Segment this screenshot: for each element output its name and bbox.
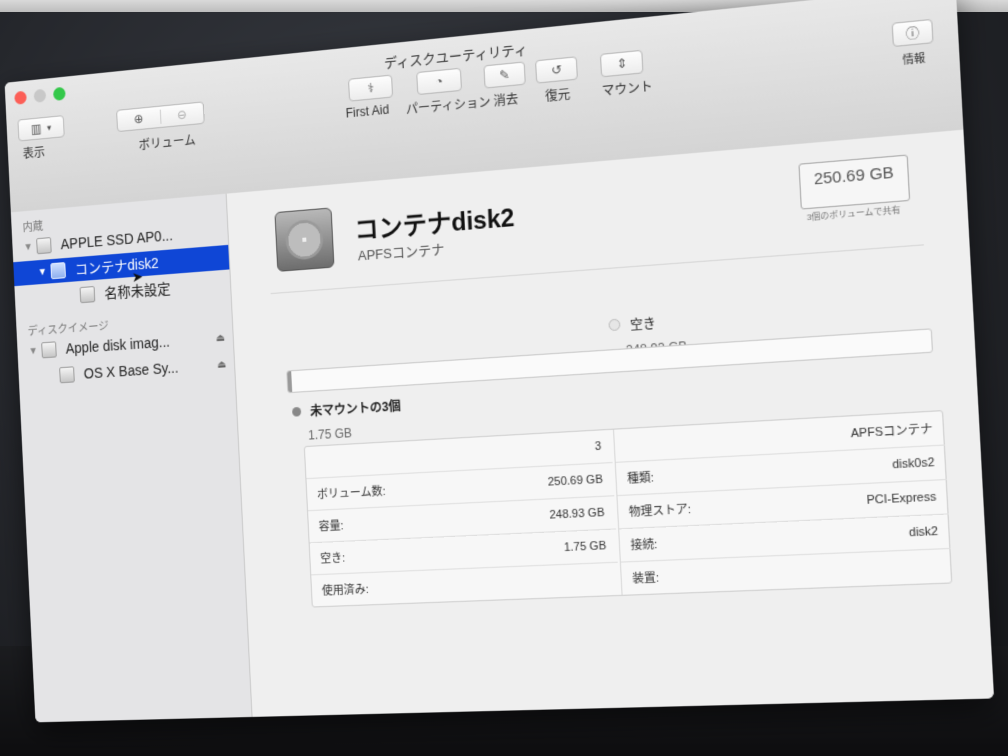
sidebar-item-label: 名称未設定 — [104, 278, 171, 303]
main-pane: コンテナdisk2 APFSコンテナ 250.69 GB 3個のボリュームで共有… — [227, 130, 994, 717]
internal-disk-icon — [36, 237, 52, 254]
stethoscope-icon: ⚕ — [367, 81, 374, 96]
free-dot-icon — [608, 319, 620, 332]
container-disk-icon — [50, 262, 66, 279]
info-label: 使用済み: — [321, 580, 369, 598]
volume-buttons: ⊕ ⊖ — [116, 101, 205, 132]
erase-icon: ✎ — [499, 67, 510, 83]
restore-button[interactable]: ↺ — [535, 56, 578, 83]
info-label: 空き: — [320, 549, 346, 567]
info-label: 容量: — [318, 517, 344, 535]
info-value: disk0s2 — [892, 456, 935, 471]
info-icon: ⓘ — [905, 23, 920, 43]
info-label: 物理ストア: — [628, 500, 691, 520]
info-label: 装置: — [632, 569, 660, 587]
restore-icon: ↺ — [551, 62, 562, 78]
info-column-left: 3 ボリューム数: 250.69 GB 容量: 248.93 GB 空き: 1.75 … — [305, 430, 620, 607]
volume-disk-icon — [59, 366, 75, 383]
info-table: 3 ボリューム数: 250.69 GB 容量: 248.93 GB 空き: 1.75 … — [304, 410, 953, 608]
remove-volume-icon[interactable]: ⊖ — [159, 106, 203, 124]
unmounted-legend: 未マウントの3個 1.75 GB — [292, 397, 402, 444]
volume-disk-icon — [80, 286, 96, 303]
sidebar: 内蔵 ▼ APPLE SSD AP0... ▼ コンテナdisk2 ➤ 名称未設… — [11, 194, 253, 723]
sidebar-icon: ▥ — [31, 121, 42, 136]
view-label: 表示 — [22, 143, 45, 162]
disclosure-triangle-icon[interactable]: ▼ — [38, 266, 51, 278]
info-label: 情報 — [902, 48, 925, 67]
erase-label: 消去 — [493, 90, 519, 110]
partition-icon: ◔ — [435, 74, 443, 89]
partition-label: パーティション — [405, 92, 491, 118]
mount-icon: ⇕ — [616, 56, 627, 72]
chevron-down-icon: ▾ — [47, 122, 52, 133]
add-volume-icon[interactable]: ⊕ — [117, 110, 160, 128]
mount-label: マウント — [601, 77, 653, 100]
erase-button[interactable]: ✎ — [483, 61, 525, 88]
info-value: disk2 — [909, 525, 939, 540]
info-label: 接続: — [630, 535, 658, 553]
volume-label: ボリューム — [138, 131, 196, 154]
free-label: 空き — [630, 316, 656, 333]
info-value: 250.69 GB — [547, 473, 603, 489]
sidebar-item-label: コンテナdisk2 — [74, 253, 159, 280]
partition-button[interactable]: ◔ — [416, 68, 462, 95]
unmounted-dot-icon — [292, 407, 301, 417]
eject-icon[interactable]: ⏏ — [216, 332, 226, 344]
info-button[interactable]: ⓘ — [892, 19, 934, 47]
hard-drive-icon — [274, 207, 334, 271]
first-aid-label: First Aid — [345, 102, 389, 121]
disk-utility-window: ディスクユーティリティ ▥ ▾ 表示 ⊕ ⊖ ボリューム ⚕ First Aid… — [5, 0, 995, 722]
mount-button[interactable]: ⇕ — [600, 50, 644, 78]
disk-image-icon — [41, 341, 57, 358]
restore-label: 復元 — [545, 85, 571, 105]
info-value: 248.93 GB — [549, 506, 605, 521]
unmounted-value: 1.75 GB — [308, 423, 402, 443]
info-label: ボリューム数: — [317, 482, 386, 502]
usage-bar-fill — [287, 371, 292, 392]
first-aid-button[interactable]: ⚕ — [348, 75, 393, 102]
sidebar-item-label: OS X Base Sy... — [83, 359, 178, 382]
capacity-badge: 250.69 GB — [798, 154, 910, 209]
disclosure-triangle-icon[interactable]: ▼ — [28, 345, 41, 357]
info-value: 3 — [594, 440, 601, 453]
info-column-right: APFSコンテナ 種類: disk0s2 物理ストア: PCI-Express 接続… — [613, 411, 952, 595]
unmounted-label: 未マウントの3個 — [310, 399, 401, 419]
info-value: PCI-Express — [866, 491, 936, 508]
eject-icon[interactable]: ⏏ — [217, 359, 227, 371]
info-value: 1.75 GB — [564, 540, 607, 555]
sidebar-item-label: APPLE SSD AP0... — [60, 227, 173, 252]
disclosure-triangle-icon[interactable]: ▼ — [23, 241, 36, 253]
info-value: APFSコンテナ — [850, 420, 933, 442]
info-label: 種類: — [627, 468, 655, 487]
sidebar-section-internal: 内蔵 — [22, 218, 43, 236]
sidebar-item-label: Apple disk imag... — [65, 333, 170, 356]
view-button[interactable]: ▥ ▾ — [17, 115, 64, 141]
